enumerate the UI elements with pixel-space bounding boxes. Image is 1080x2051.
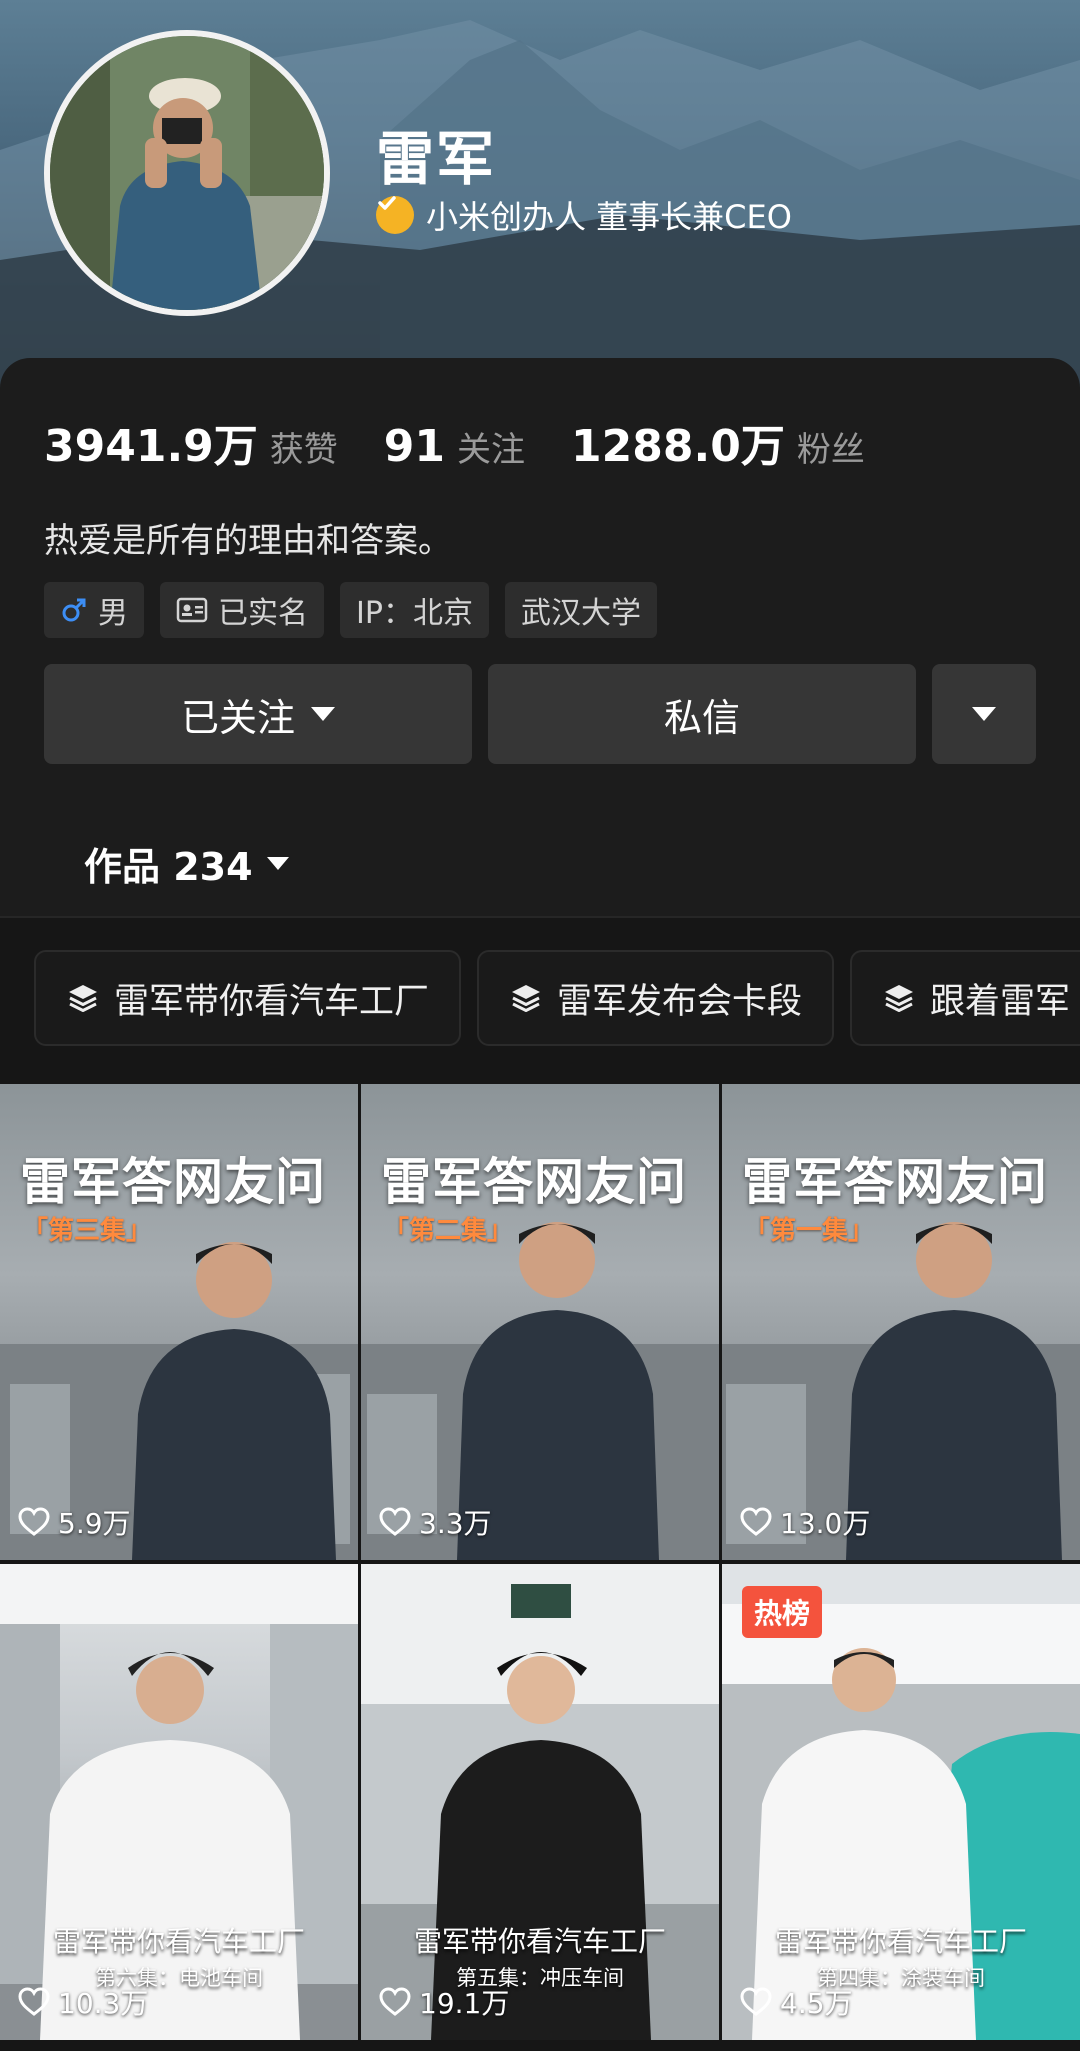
video-title: 雷军答网友问 bbox=[381, 1153, 687, 1211]
video-tile[interactable]: 雷军答网友问 「第二集」 3.3万 bbox=[361, 1084, 719, 1560]
action-buttons: 已关注 私信 bbox=[44, 664, 1036, 764]
message-button-label: 私信 bbox=[663, 695, 740, 740]
like-count: 5.9万 bbox=[18, 1502, 131, 1542]
likes-count: 3941.9万 bbox=[44, 421, 258, 472]
video-caption: 雷军带你看汽车工厂 bbox=[413, 1925, 666, 1958]
video-episode: 「第一集」 bbox=[744, 1216, 875, 1246]
like-count-text: 4.5万 bbox=[780, 1987, 853, 2020]
like-count-text: 19.1万 bbox=[419, 1987, 510, 2020]
like-count: 13.0万 bbox=[740, 1502, 870, 1542]
verified-title: 小米创办人 董事长兼CEO bbox=[376, 192, 792, 238]
divider bbox=[0, 916, 1080, 918]
layers-icon bbox=[66, 982, 100, 1014]
like-count: 10.3万 bbox=[18, 1982, 148, 2022]
school-tag-label: 武汉大学 bbox=[520, 596, 641, 631]
stats-row: 3941.9万 获赞 91 关注 1288.0万 粉丝 bbox=[44, 410, 911, 474]
video-tile[interactable]: 热榜 雷军带你看汽车工厂 第四集：涂装车间 4.5万 bbox=[722, 1564, 1080, 2040]
like-count: 3.3万 bbox=[379, 1502, 492, 1542]
gender-tag-label: 男 bbox=[98, 596, 128, 631]
layers-icon bbox=[509, 982, 543, 1014]
like-count-text: 3.3万 bbox=[419, 1507, 492, 1540]
verified-title-text: 小米创办人 董事长兼CEO bbox=[426, 198, 792, 236]
message-button[interactable]: 私信 bbox=[488, 664, 916, 764]
heart-icon bbox=[740, 1507, 772, 1537]
ip-tag: IP：北京 bbox=[340, 582, 489, 638]
follow-button[interactable]: 已关注 bbox=[44, 664, 472, 764]
like-count: 4.5万 bbox=[740, 1982, 853, 2022]
avatar[interactable] bbox=[44, 30, 330, 316]
like-count-text: 10.3万 bbox=[58, 1987, 149, 2020]
heart-icon bbox=[18, 1507, 50, 1537]
school-tag[interactable]: 武汉大学 bbox=[504, 582, 657, 638]
collection-chip[interactable]: 雷军带你看汽车工厂 bbox=[34, 950, 462, 1046]
following-count[interactable]: 91 bbox=[384, 421, 445, 472]
collection-label: 跟着雷军 bbox=[930, 981, 1071, 1022]
collection-label: 雷军带你看汽车工厂 bbox=[114, 981, 430, 1022]
real-name-tag: 已实名 bbox=[160, 582, 324, 638]
following-label[interactable]: 关注 bbox=[457, 422, 525, 471]
likes-label: 获赞 bbox=[269, 430, 338, 470]
bio: 热爱是所有的理由和答案。 bbox=[44, 521, 452, 561]
video-tile[interactable]: 雷军带你看汽车工厂 第五集：冲压车间 19.1万 bbox=[361, 1564, 719, 2040]
video-caption: 雷军带你看汽车工厂 bbox=[774, 1925, 1027, 1958]
id-card-icon bbox=[176, 597, 208, 623]
heart-icon bbox=[740, 1987, 772, 2017]
chevron-down-icon bbox=[266, 857, 289, 870]
video-tile[interactable]: 雷军带你看汽车工厂 第六集：电池车间 10.3万 bbox=[0, 1564, 358, 2040]
verified-badge-icon bbox=[376, 196, 414, 234]
heart-icon bbox=[379, 1987, 411, 2017]
video-title: 雷军答网友问 bbox=[742, 1153, 1048, 1211]
video-tile[interactable]: 雷军答网友问 「第三集」 5.9万 bbox=[0, 1084, 358, 1560]
video-caption: 雷军带你看汽车工厂 bbox=[52, 1925, 305, 1958]
profile-panel: 3941.9万 获赞 91 关注 1288.0万 粉丝 热爱是所有的理由和答案。… bbox=[0, 358, 1080, 918]
profile-banner: 雷军 小米创办人 董事长兼CEO bbox=[0, 0, 1080, 400]
followers-count[interactable]: 1288.0万 bbox=[571, 410, 785, 474]
video-tile[interactable]: 雷军答网友问 「第一集」 13.0万 bbox=[722, 1084, 1080, 1560]
like-count-text: 5.9万 bbox=[58, 1507, 131, 1540]
like-count: 19.1万 bbox=[379, 1982, 509, 2022]
ip-tag-label: IP：北京 bbox=[356, 596, 473, 631]
profile-name: 雷军 bbox=[376, 125, 497, 193]
tab-works-label: 作品 234 bbox=[84, 845, 253, 889]
collection-chip[interactable]: 跟着雷军 bbox=[850, 950, 1080, 1046]
avatar-photo bbox=[50, 36, 324, 310]
heart-icon bbox=[18, 1987, 50, 2017]
video-title: 雷军答网友问 bbox=[20, 1153, 326, 1211]
layers-icon bbox=[882, 982, 916, 1014]
collection-label: 雷军发布会卡段 bbox=[557, 981, 803, 1022]
follow-button-label: 已关注 bbox=[180, 695, 295, 740]
followers-label[interactable]: 粉丝 bbox=[797, 422, 865, 471]
collection-row: 雷军带你看汽车工厂 雷军发布会卡段 跟着雷军 bbox=[34, 950, 1080, 1046]
tab-works[interactable]: 作品 234 bbox=[84, 836, 289, 891]
like-count-text: 13.0万 bbox=[780, 1507, 871, 1540]
more-options-button[interactable] bbox=[932, 664, 1036, 764]
hot-badge: 热榜 bbox=[742, 1586, 823, 1638]
video-grid: 雷军答网友问 「第三集」 5.9万 雷军答网友问 「第二集」 3.3万 雷军答网… bbox=[0, 1084, 1080, 2040]
male-icon bbox=[60, 596, 88, 624]
dropdown-arrow-icon bbox=[972, 707, 996, 721]
video-episode: 「第二集」 bbox=[383, 1216, 514, 1246]
dropdown-arrow-icon bbox=[311, 707, 335, 721]
tag-row: 男 已实名 IP：北京 武汉大学 bbox=[44, 582, 657, 638]
collection-chip[interactable]: 雷军发布会卡段 bbox=[477, 950, 835, 1046]
video-episode: 「第三集」 bbox=[22, 1216, 153, 1246]
real-name-tag-label: 已实名 bbox=[218, 596, 308, 631]
heart-icon bbox=[379, 1507, 411, 1537]
gender-tag: 男 bbox=[44, 582, 144, 638]
